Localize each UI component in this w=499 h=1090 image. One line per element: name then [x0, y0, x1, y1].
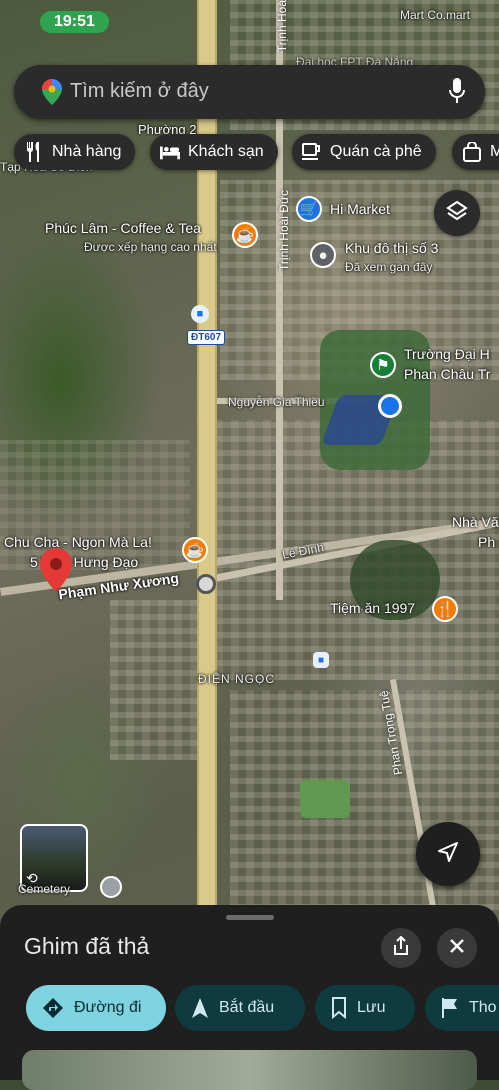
status-time: 19:51 — [40, 11, 109, 33]
roundabout-icon — [196, 574, 216, 594]
navigation-arrow-icon — [437, 841, 459, 868]
street-trinh-hoai-duc: Trịnh Hoài Đức — [277, 190, 291, 271]
green-field — [300, 780, 350, 818]
bed-icon — [160, 142, 180, 162]
chip-hotels-label: Khách sạn — [188, 143, 264, 160]
google-maps-pin-icon — [42, 79, 62, 110]
close-icon — [449, 938, 465, 959]
save-label: Lưu — [357, 999, 386, 1016]
save-button[interactable]: Lưu — [315, 985, 415, 1031]
school-flag-icon[interactable]: ⚑ — [370, 352, 396, 378]
area-dien-ngoc: ĐIỆN NGỌC — [198, 672, 276, 686]
sheet-title: Ghim đã thả — [24, 933, 150, 959]
location-history-icon[interactable]: ● — [310, 242, 336, 268]
bookmark-icon — [331, 997, 347, 1019]
share-button[interactable] — [381, 928, 421, 968]
place-photo-preview[interactable] — [22, 1050, 477, 1090]
label-cemetery[interactable]: Cemetery — [18, 882, 70, 896]
poi-hi-market[interactable]: Hi Market — [330, 201, 390, 217]
sheet-drag-handle[interactable] — [226, 915, 274, 920]
directions-button[interactable]: Đường đi — [26, 985, 166, 1031]
transit-stop-icon[interactable]: ■ — [191, 305, 209, 323]
route-shield-dt607: ĐT607 — [187, 330, 226, 345]
cart-icon[interactable]: 🛒 — [296, 196, 322, 222]
my-location-dot[interactable] — [378, 394, 402, 418]
chip-shopping[interactable]: M — [452, 134, 499, 170]
share-icon — [392, 935, 410, 961]
chip-cafes[interactable]: Quán cà phê — [292, 134, 436, 170]
top-right-label: Mart Co.mart — [400, 8, 471, 22]
cemetery-icon[interactable] — [100, 876, 122, 898]
street-nguyen-gia-thieu: Nguyễn Gia Thiều — [228, 395, 325, 409]
close-button[interactable] — [437, 928, 477, 968]
directions-label: Đường đi — [74, 999, 142, 1016]
layers-button[interactable] — [434, 190, 480, 236]
chip-restaurants-label: Nhà hàng — [52, 143, 122, 160]
start-button[interactable]: Bắt đầu — [175, 985, 305, 1031]
poi-khu-do-thi[interactable]: Khu đô thị số 3 — [345, 240, 438, 256]
fork-knife-icon — [24, 142, 44, 162]
bus-stop-icon[interactable]: ■ — [313, 652, 329, 668]
poi-khu-do-thi-sub: Đã xem gần đây — [345, 260, 433, 274]
chip-cafes-label: Quán cà phê — [330, 143, 422, 160]
poi-nha-van-1[interactable]: Nhà Vă — [452, 514, 499, 530]
navigation-button[interactable] — [416, 822, 480, 886]
search-placeholder[interactable]: Tìm kiếm ở đây — [70, 80, 209, 103]
flag-label: Tho — [469, 999, 497, 1016]
label-flag-button[interactable]: Tho — [425, 985, 499, 1031]
street-trinh-hoai-top: Trịnh Hoà — [275, 0, 289, 53]
poi-tiem-an[interactable]: Tiệm ăn 1997 — [330, 600, 415, 616]
poi-phuc-lam[interactable]: Phúc Lâm - Coffee & Tea — [45, 220, 201, 236]
poi-phuc-lam-sub: Được xếp hạng cao nhất — [84, 240, 217, 254]
chip-hotels[interactable]: Khách sạn — [150, 134, 278, 170]
chip-restaurants[interactable]: Nhà hàng — [14, 134, 136, 170]
navigation-start-icon — [191, 997, 209, 1019]
coffee-icon[interactable]: ☕ — [232, 222, 258, 248]
restaurant-icon[interactable]: 🍴 — [432, 596, 458, 622]
poi-chu-cha[interactable]: Chu Cha - Ngon Mà La! — [4, 534, 152, 550]
restaurant-coffee-icon[interactable]: ☕ — [182, 537, 208, 563]
poi-nha-van-2[interactable]: Ph — [478, 534, 495, 550]
flag-icon — [441, 997, 459, 1019]
poi-truong-dh-2[interactable]: Phan Châu Tr — [404, 366, 490, 382]
layers-icon — [446, 200, 468, 227]
chip-shopping-label: M — [490, 143, 499, 160]
shopping-bag-icon — [462, 142, 482, 162]
directions-icon — [42, 997, 64, 1019]
microphone-icon[interactable] — [449, 78, 465, 109]
start-label: Bắt đầu — [219, 999, 275, 1016]
poi-truong-dh-1[interactable]: Trường Đại H — [404, 346, 490, 362]
search-bar[interactable]: Tìm kiếm ở đây — [14, 65, 485, 119]
coffee-cup-icon — [302, 142, 322, 162]
